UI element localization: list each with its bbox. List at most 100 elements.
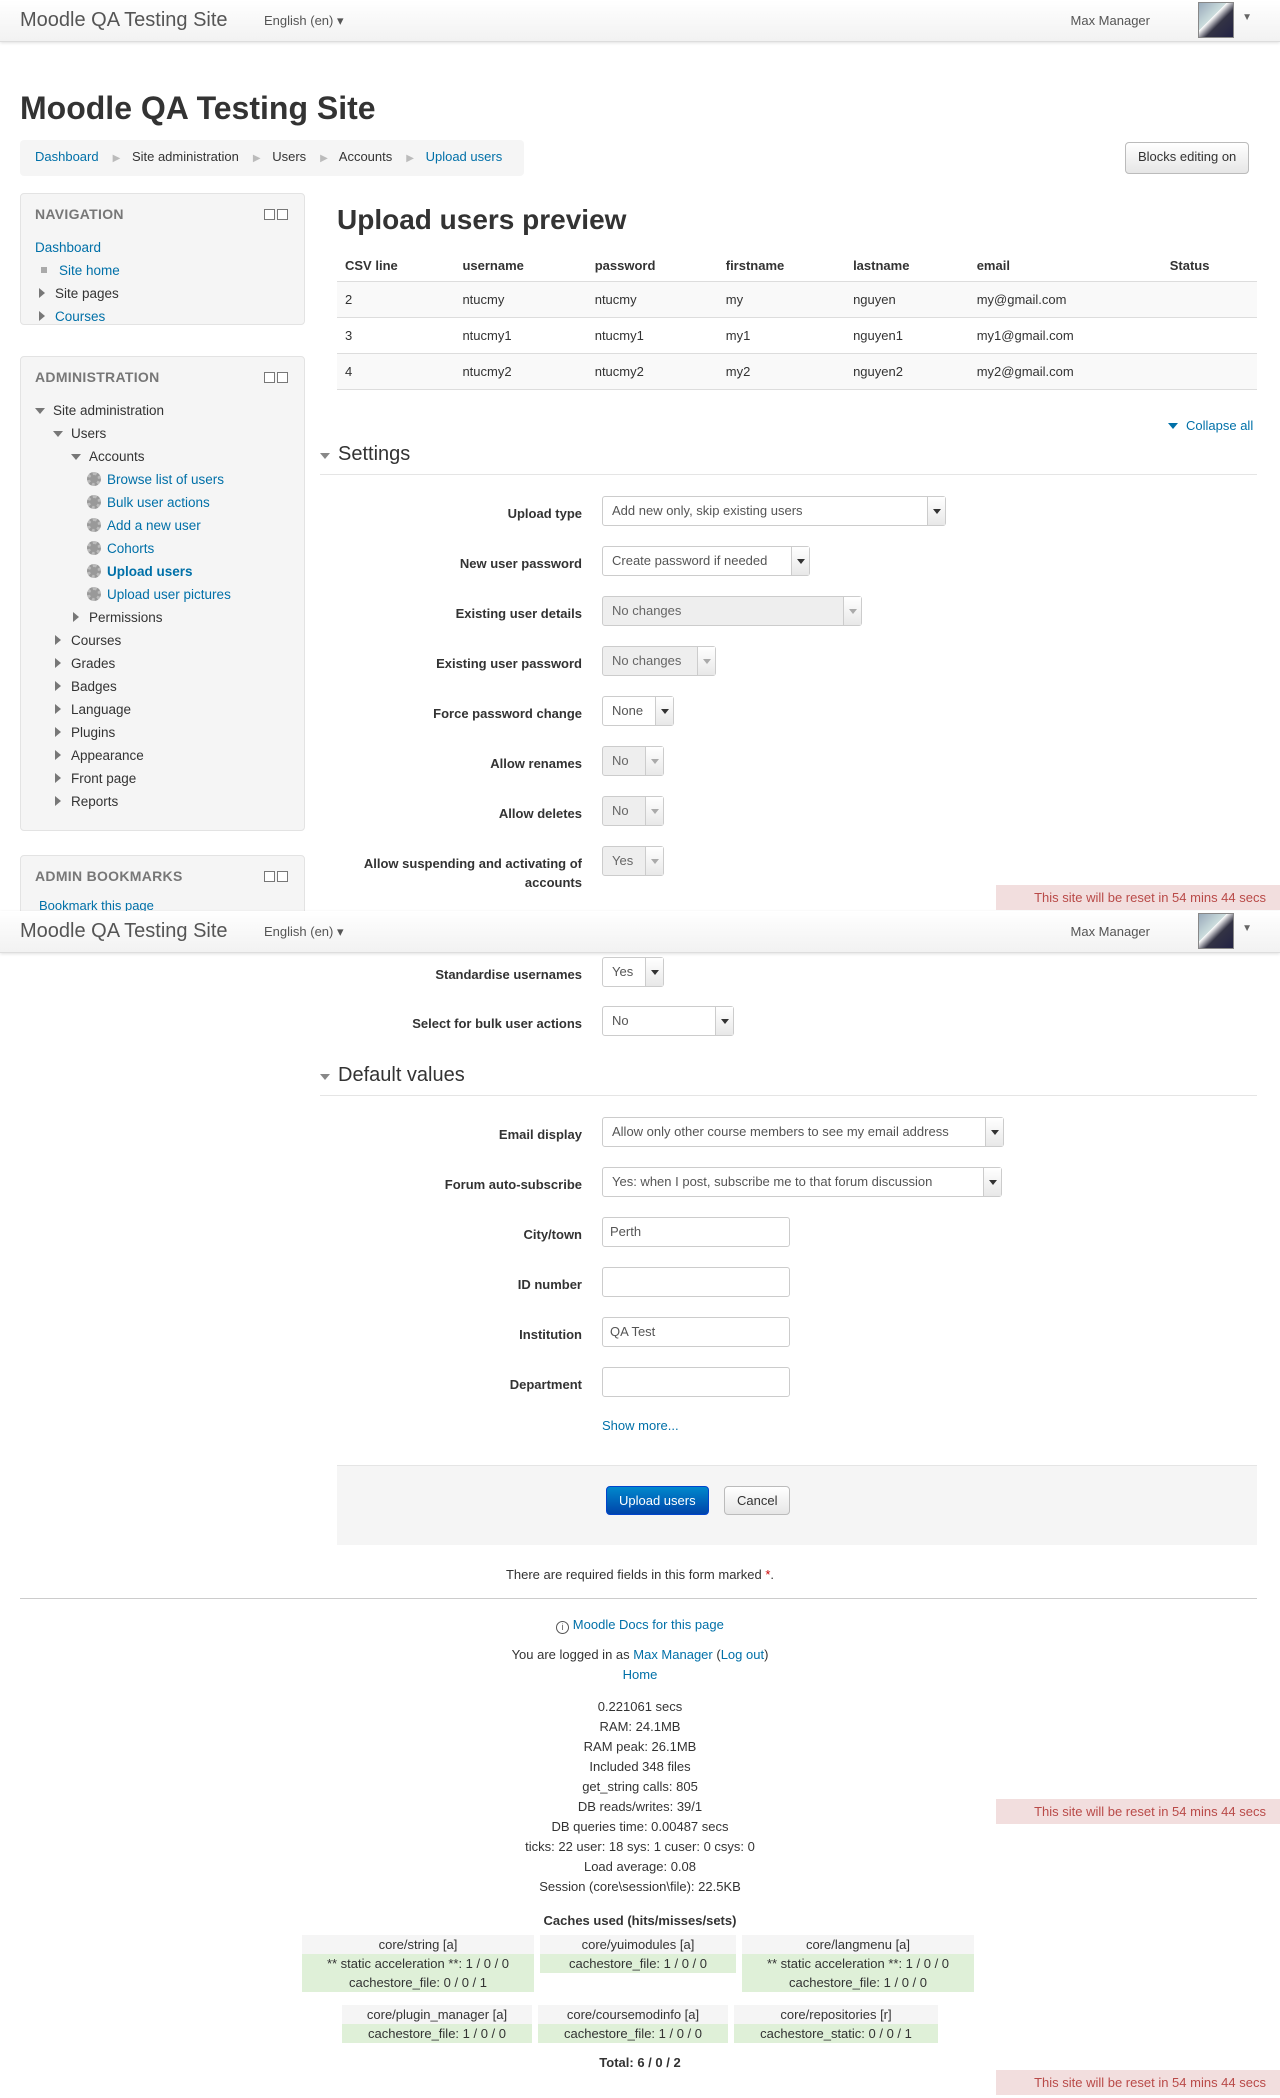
expand-icon[interactable] — [55, 635, 61, 645]
chevron-down-icon[interactable]: ▼ — [1242, 12, 1252, 23]
user-name[interactable]: Max Manager — [1071, 924, 1150, 939]
nav-item-label[interactable]: Dashboard — [35, 240, 101, 255]
breadcrumb-upload-users[interactable]: Upload users — [426, 149, 503, 164]
admin-item-label[interactable]: Upload users — [107, 564, 193, 579]
navbar-brand[interactable]: Moodle QA Testing Site — [20, 9, 228, 32]
breadcrumb-dashboard[interactable]: Dashboard — [35, 149, 99, 164]
admin-front-page[interactable]: Front page — [35, 767, 290, 790]
breadcrumb-users[interactable]: Users — [272, 149, 306, 164]
allow-suspending-select[interactable]: Yes — [602, 846, 664, 876]
expand-icon[interactable] — [39, 288, 45, 298]
admin-item-label[interactable]: Site administration — [53, 403, 164, 418]
navbar-brand[interactable]: Moodle QA Testing Site — [20, 920, 228, 943]
admin-bulk-actions[interactable]: Bulk user actions — [35, 491, 290, 514]
nav-item-site-home[interactable]: Site home — [35, 259, 290, 282]
chevron-down-icon[interactable]: ▼ — [1242, 923, 1252, 934]
allow-deletes-select[interactable]: No — [602, 796, 664, 826]
admin-browse-users[interactable]: Browse list of users — [35, 468, 290, 491]
city-input[interactable]: Perth — [602, 1217, 790, 1247]
admin-courses[interactable]: Courses — [35, 629, 290, 652]
expand-icon[interactable] — [73, 612, 79, 622]
existing-user-password-select[interactable]: No changes — [602, 646, 716, 676]
show-more-link[interactable]: Show more... — [602, 1418, 679, 1433]
admin-item-label[interactable]: Plugins — [71, 725, 115, 740]
admin-language[interactable]: Language — [35, 698, 290, 721]
expand-icon[interactable] — [39, 311, 45, 321]
admin-appearance[interactable]: Appearance — [35, 744, 290, 767]
upload-type-select[interactable]: Add new only, skip existing users — [602, 496, 946, 526]
admin-item-label[interactable]: Reports — [71, 794, 118, 809]
allow-renames-select[interactable]: No — [602, 746, 664, 776]
institution-input[interactable]: QA Test — [602, 1317, 790, 1347]
new-user-password-select[interactable]: Create password if needed — [602, 546, 810, 576]
department-input[interactable] — [602, 1367, 790, 1397]
nav-item-dashboard[interactable]: Dashboard — [35, 236, 290, 259]
expand-icon[interactable] — [55, 681, 61, 691]
collapse-all-link[interactable]: Collapse all — [1168, 418, 1253, 433]
settings-legend-label[interactable]: Settings — [338, 443, 410, 465]
admin-grades[interactable]: Grades — [35, 652, 290, 675]
admin-item-label[interactable]: Grades — [71, 656, 115, 671]
default-values-legend-label[interactable]: Default values — [338, 1064, 465, 1086]
expand-icon[interactable] — [55, 796, 61, 806]
admin-item-label[interactable]: Upload user pictures — [107, 587, 231, 602]
avatar[interactable] — [1198, 2, 1234, 38]
admin-item-label[interactable]: Appearance — [71, 748, 144, 763]
collapse-icon[interactable] — [320, 453, 330, 459]
expand-icon[interactable] — [55, 704, 61, 714]
admin-item-label[interactable]: Badges — [71, 679, 117, 694]
admin-item-label[interactable]: Add a new user — [107, 518, 201, 533]
admin-item-label[interactable]: Cohorts — [107, 541, 154, 556]
admin-item-label[interactable]: Users — [71, 426, 106, 441]
language-menu[interactable]: English (en) ▾ — [264, 924, 344, 940]
admin-item-label[interactable]: Accounts — [89, 449, 145, 464]
force-password-change-select[interactable]: None — [602, 696, 674, 726]
existing-user-details-select[interactable]: No changes — [602, 596, 862, 626]
default-values-legend[interactable]: Default values — [320, 1064, 1257, 1096]
expand-icon[interactable] — [55, 658, 61, 668]
admin-add-user[interactable]: Add a new user — [35, 514, 290, 537]
upload-users-button[interactable]: Upload users — [606, 1486, 709, 1515]
expand-icon[interactable] — [55, 727, 61, 737]
email-display-select[interactable]: Allow only other course members to see m… — [602, 1117, 1004, 1147]
admin-item-label[interactable]: Courses — [71, 633, 121, 648]
admin-item-label[interactable]: Permissions — [89, 610, 163, 625]
admin-reports[interactable]: Reports — [35, 790, 290, 813]
admin-item-label[interactable]: Bulk user actions — [107, 495, 210, 510]
admin-accounts[interactable]: Accounts — [35, 445, 290, 468]
language-menu[interactable]: English (en) ▾ — [264, 13, 344, 29]
admin-item-label[interactable]: Language — [71, 702, 131, 717]
select-bulk-select[interactable]: No — [602, 1006, 734, 1036]
forum-autosubscribe-select[interactable]: Yes: when I post, subscribe me to that f… — [602, 1167, 1002, 1197]
admin-users[interactable]: Users — [35, 422, 290, 445]
collapse-icon[interactable] — [53, 431, 63, 437]
collapse-icon[interactable] — [320, 1074, 330, 1080]
block-controls-icon[interactable] — [262, 371, 290, 383]
admin-item-label[interactable]: Front page — [71, 771, 136, 786]
nav-item-label[interactable]: Site pages — [55, 286, 119, 301]
nav-item-courses[interactable]: Courses — [35, 305, 290, 328]
cancel-button[interactable]: Cancel — [724, 1486, 791, 1515]
admin-badges[interactable]: Badges — [35, 675, 290, 698]
user-name[interactable]: Max Manager — [1071, 13, 1150, 28]
admin-upload-users[interactable]: Upload users — [35, 560, 290, 583]
expand-icon[interactable] — [55, 773, 61, 783]
home-link[interactable]: Home — [623, 1667, 658, 1682]
admin-upload-pictures[interactable]: Upload user pictures — [35, 583, 290, 606]
admin-site-administration[interactable]: Site administration — [35, 399, 290, 422]
admin-plugins[interactable]: Plugins — [35, 721, 290, 744]
expand-icon[interactable] — [55, 750, 61, 760]
admin-permissions[interactable]: Permissions — [35, 606, 290, 629]
collapse-icon[interactable] — [35, 408, 45, 414]
breadcrumb-site-admin[interactable]: Site administration — [132, 149, 239, 164]
breadcrumb-accounts[interactable]: Accounts — [339, 149, 392, 164]
admin-item-label[interactable]: Browse list of users — [107, 472, 224, 487]
nav-item-label[interactable]: Site home — [59, 263, 120, 278]
admin-cohorts[interactable]: Cohorts — [35, 537, 290, 560]
idnumber-input[interactable] — [602, 1267, 790, 1297]
nav-item-site-pages[interactable]: Site pages — [35, 282, 290, 305]
moodle-docs-link[interactable]: Moodle Docs for this page — [573, 1617, 724, 1632]
nav-item-label[interactable]: Courses — [55, 309, 105, 324]
avatar[interactable] — [1198, 913, 1234, 949]
blocks-editing-button[interactable]: Blocks editing on — [1125, 142, 1250, 174]
